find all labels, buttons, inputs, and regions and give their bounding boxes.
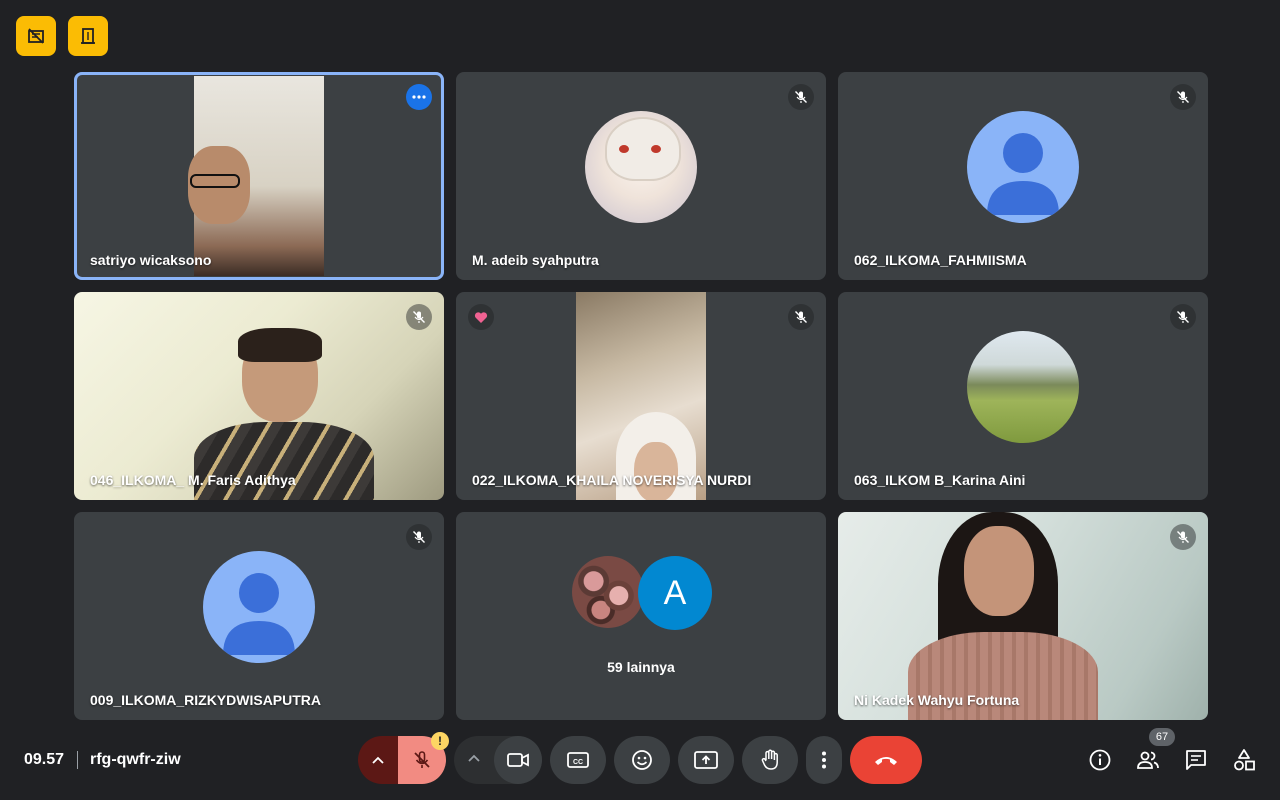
mic-off-icon	[788, 304, 814, 330]
participant-tile[interactable]: 022_ILKOMA_KHAILA NOVERISYA NURDI	[456, 292, 826, 500]
captions-icon: CC	[567, 752, 589, 768]
mic-off-icon	[406, 304, 432, 330]
participant-tile[interactable]: satriyo wicaksono	[74, 72, 444, 280]
camera-icon	[507, 753, 529, 767]
chat-button[interactable]	[1180, 744, 1212, 776]
hand-icon	[761, 749, 778, 770]
avatar: A	[638, 556, 712, 630]
mic-off-icon	[1170, 84, 1196, 110]
mic-off-icon	[414, 751, 430, 768]
chevron-up-icon	[372, 756, 384, 764]
emoji-reaction-button[interactable]	[614, 736, 670, 784]
clock-time: 09.57	[24, 751, 65, 768]
more-vert-icon	[822, 751, 826, 769]
avatar	[572, 556, 644, 628]
participant-name: satriyo wicaksono	[90, 252, 212, 268]
participant-name: 009_ILKOMA_RIZKYDWISAPUTRA	[90, 692, 322, 708]
participant-tile[interactable]: 046_ILKOMA_ M. Faris Adithya	[74, 292, 444, 500]
meeting-details-button[interactable]	[1084, 744, 1116, 776]
end-call-button[interactable]	[850, 736, 922, 784]
heart-reaction-icon	[468, 304, 494, 330]
emoji-icon	[632, 750, 652, 770]
participant-name: 063_ILKOM B_Karina Aini	[854, 472, 1026, 488]
info-icon	[1089, 749, 1111, 771]
participant-tile[interactable]: M. adeib syahputra	[456, 72, 826, 280]
participant-tile[interactable]: 062_ILKOMA_FAHMIISMA	[838, 72, 1208, 280]
avatar-letter: A	[663, 573, 687, 612]
captions-button[interactable]: CC	[550, 736, 606, 784]
warning-badge: !	[431, 732, 449, 750]
video-feed	[188, 76, 324, 276]
participant-tile[interactable]: 009_ILKOMA_RIZKYDWISAPUTRA	[74, 512, 444, 720]
video-options-button[interactable]	[454, 736, 542, 784]
hang-up-icon	[875, 757, 897, 765]
activities-icon	[1234, 749, 1255, 771]
divider	[77, 751, 78, 769]
activities-button[interactable]	[1228, 744, 1260, 776]
chevron-up-icon	[468, 754, 480, 762]
avatar	[203, 551, 315, 664]
participant-name: 046_ILKOMA_ M. Faris Adithya	[90, 472, 296, 488]
participant-tile[interactable]: Ni Kadek Wahyu Fortuna	[838, 512, 1208, 720]
avatar	[967, 111, 1079, 224]
chat-icon	[1186, 750, 1206, 770]
people-icon	[1137, 751, 1159, 769]
raise-hand-button[interactable]	[742, 736, 798, 784]
mic-off-icon	[406, 524, 432, 550]
video-feed	[898, 512, 1148, 720]
avatar	[967, 331, 1079, 444]
svg-text:CC: CC	[573, 759, 583, 766]
audio-options-button[interactable]	[358, 736, 398, 784]
meeting-code: rfg-qwfr-ziw	[90, 751, 181, 768]
mic-off-icon	[1170, 304, 1196, 330]
no-video-icon[interactable]	[16, 16, 56, 56]
more-options-icon[interactable]	[406, 84, 432, 110]
present-screen-button[interactable]	[678, 736, 734, 784]
warning-mark: !	[438, 734, 442, 748]
mic-off-icon	[1170, 524, 1196, 550]
door-icon[interactable]	[68, 16, 108, 56]
mic-off-icon	[788, 84, 814, 110]
present-icon	[694, 751, 718, 769]
participant-name: 022_ILKOMA_KHAILA NOVERISYA NURDI	[472, 472, 752, 488]
people-count-badge: 67	[1149, 728, 1175, 746]
more-options-button[interactable]	[806, 736, 842, 784]
participant-name: 062_ILKOMA_FAHMIISMA	[854, 252, 1027, 268]
camera-button[interactable]	[494, 736, 542, 784]
participant-name: M. adeib syahputra	[472, 252, 599, 268]
participant-tile[interactable]: 063_ILKOM B_Karina Aini	[838, 292, 1208, 500]
others-tile[interactable]: A 59 lainnya	[456, 512, 826, 720]
participant-name: Ni Kadek Wahyu Fortuna	[854, 692, 1020, 708]
video-feed	[576, 292, 706, 500]
people-button[interactable]	[1132, 744, 1164, 776]
people-count: 67	[1155, 731, 1169, 743]
others-count-label: 59 lainnya	[607, 659, 675, 675]
avatar	[585, 111, 697, 224]
